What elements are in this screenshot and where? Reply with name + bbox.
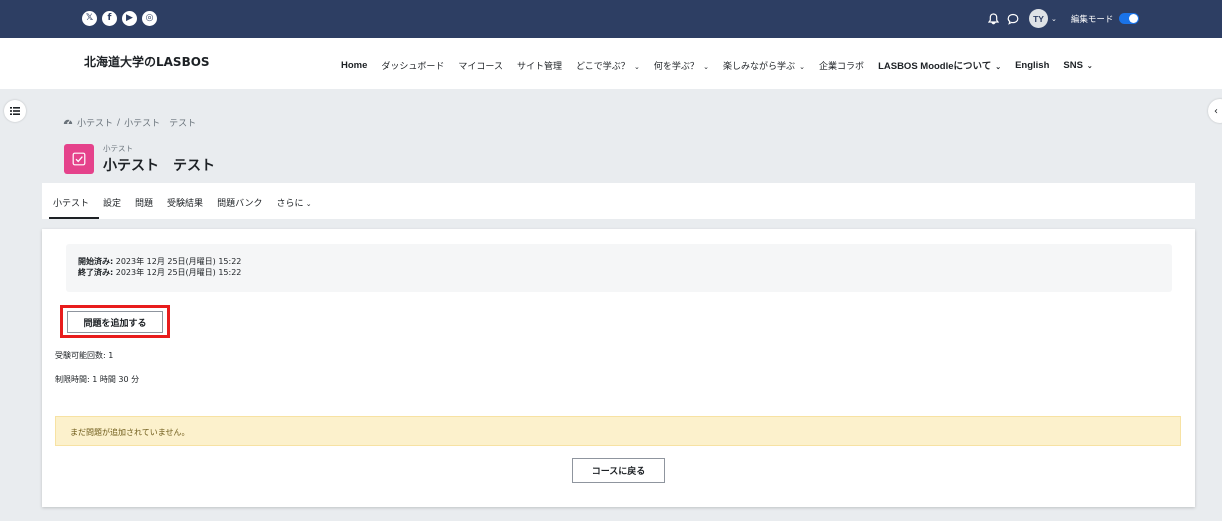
nav-item-english[interactable]: English [1015, 60, 1049, 71]
edit-mode-label: 編集モード [1070, 14, 1114, 25]
chevron-down-icon: ⌄ [993, 64, 1002, 71]
instagram-icon[interactable]: ◎ [142, 11, 157, 26]
attempts-allowed: 受験可能回数: 1 [55, 351, 114, 360]
nav-item-about[interactable]: LASBOS Moodleについて ⌄ [878, 58, 1001, 72]
tab-results[interactable]: 受験結果 [167, 196, 203, 209]
nav-item-site-admin[interactable]: サイト管理 [517, 59, 562, 72]
opened-date: 開始済み: 2023年 12月 25日(月曜日) 15:22 [78, 256, 1172, 267]
chevron-left-icon: ‹ [1214, 105, 1218, 117]
nav-item-home[interactable]: Home [341, 60, 367, 71]
bell-icon[interactable] [986, 12, 1000, 26]
tab-questions[interactable]: 問題 [135, 196, 153, 209]
tab-question-bank[interactable]: 問題バンク [217, 196, 262, 209]
closed-label: 終了済み: [78, 268, 114, 277]
secondary-nav: 小テスト 設定 問題 受験結果 問題バンク さらに ⌄ [42, 183, 1195, 219]
tab-label: さらに [276, 199, 304, 209]
toggle-knob [1129, 14, 1139, 23]
chevron-down-icon: ⌄ [303, 200, 312, 208]
nav-label: 何を学ぶ？ [653, 61, 699, 72]
breadcrumb: 小テスト / 小テスト テスト [63, 116, 196, 129]
chevron-down-icon: ⌄ [700, 62, 709, 71]
closed-date: 終了済み: 2023年 12月 25日(月曜日) 15:22 [78, 267, 1172, 278]
facebook-icon[interactable]: f [102, 11, 117, 26]
user-menu-area: TY ⌄ 編集モード [986, 9, 1140, 28]
page-title: 小テスト テスト [103, 158, 215, 174]
site-brand[interactable]: 北海道大学のLASBOS [84, 53, 210, 70]
opened-label: 開始済み: [78, 257, 114, 266]
list-icon [10, 107, 20, 115]
activity-type-label: 小テスト [103, 144, 133, 153]
back-to-course-button[interactable]: コースに戻る [572, 458, 665, 483]
no-questions-alert: まだ問題が追加されていません。 [55, 416, 1181, 446]
nav-item-where-to-learn[interactable]: どこで学ぶ？ ⌄ [576, 59, 640, 72]
chevron-down-icon[interactable]: ⌄ [1051, 15, 1057, 23]
chat-icon[interactable] [1006, 12, 1020, 26]
nav-label: LASBOS Moodleについて [878, 61, 992, 72]
block-drawer-toggle[interactable]: ‹ [1208, 99, 1222, 123]
nav-item-sns[interactable]: SNS ⌄ [1063, 60, 1092, 71]
secondary-tabs: 小テスト 設定 問題 受験結果 問題バンク さらに ⌄ [48, 196, 326, 219]
breadcrumb-item[interactable]: 小テスト [77, 116, 113, 129]
youtube-icon[interactable]: ▶ [122, 11, 137, 26]
tab-more[interactable]: さらに ⌄ [277, 196, 312, 209]
tab-settings[interactable]: 設定 [103, 196, 121, 209]
nav-label: SNS [1063, 59, 1083, 71]
main-navbar: 北海道大学のLASBOS Home ダッシュボード マイコース サイト管理 どこ… [0, 38, 1222, 89]
avatar[interactable]: TY [1029, 9, 1048, 28]
nav-item-what-to-learn[interactable]: 何を学ぶ？ ⌄ [654, 59, 709, 72]
closed-value: 2023年 12月 25日(月曜日) 15:22 [115, 268, 242, 277]
header-text: 小テスト 小テスト テスト [103, 143, 215, 175]
top-bar: 𝕏 f ▶ ◎ TY ⌄ 編集モード [0, 0, 1222, 38]
nav-item-my-courses[interactable]: マイコース [458, 59, 503, 72]
nav-label: 楽しみながら学ぶ [722, 61, 795, 72]
edit-mode-toggle[interactable] [1119, 13, 1140, 24]
add-question-button[interactable]: 問題を追加する [67, 311, 163, 333]
nav-label: どこで学ぶ？ [576, 61, 630, 72]
tab-quiz[interactable]: 小テスト [48, 196, 100, 219]
main-content-card: 開始済み: 2023年 12月 25日(月曜日) 15:22 終了済み: 202… [42, 229, 1195, 507]
x-icon[interactable]: 𝕏 [82, 11, 97, 26]
breadcrumb-separator: / [117, 117, 121, 128]
activity-dates: 開始済み: 2023年 12月 25日(月曜日) 15:22 終了済み: 202… [66, 244, 1172, 292]
nav-item-dashboard[interactable]: ダッシュボード [381, 59, 444, 72]
time-limit: 制限時間: 1 時間 30 分 [55, 375, 140, 384]
primary-nav: Home ダッシュボード マイコース サイト管理 どこで学ぶ？ ⌄ 何を学ぶ？ … [341, 58, 1107, 73]
chevron-down-icon: ⌄ [796, 62, 806, 71]
opened-value: 2023年 12月 25日(月曜日) 15:22 [115, 257, 242, 266]
quiz-icon [64, 144, 94, 174]
chevron-down-icon: ⌄ [631, 62, 640, 71]
breadcrumb-item[interactable]: 小テスト テスト [124, 116, 196, 129]
nav-item-corporate-collab[interactable]: 企業コラボ [819, 59, 864, 72]
nav-item-learn-with-fun[interactable]: 楽しみながら学ぶ ⌄ [723, 59, 805, 72]
social-links: 𝕏 f ▶ ◎ [82, 11, 157, 26]
course-index-toggle[interactable] [4, 100, 26, 122]
dashboard-icon [63, 117, 73, 128]
page-header: 小テスト 小テスト テスト [64, 143, 215, 175]
chevron-down-icon: ⌄ [1084, 62, 1093, 70]
